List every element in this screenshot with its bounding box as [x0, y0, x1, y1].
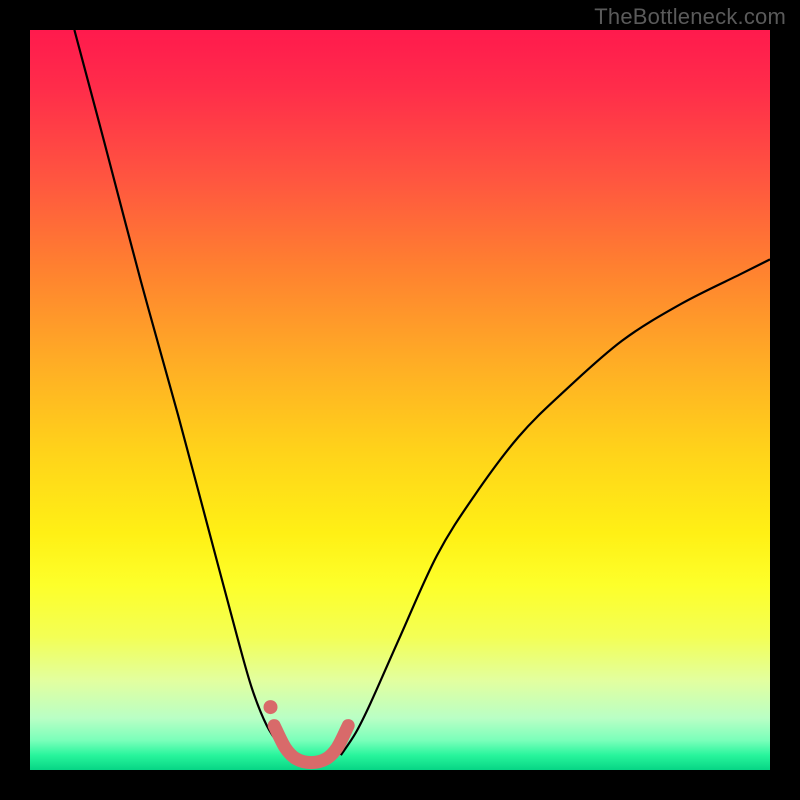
plot-area	[30, 30, 770, 770]
highlight-dot	[264, 700, 278, 714]
chart-svg	[30, 30, 770, 770]
valley-highlight-line	[274, 726, 348, 763]
right-branch-line	[341, 259, 770, 755]
chart-frame: TheBottleneck.com	[0, 0, 800, 800]
curve-group	[74, 30, 770, 763]
left-branch-line	[74, 30, 289, 755]
watermark-text: TheBottleneck.com	[594, 4, 786, 30]
